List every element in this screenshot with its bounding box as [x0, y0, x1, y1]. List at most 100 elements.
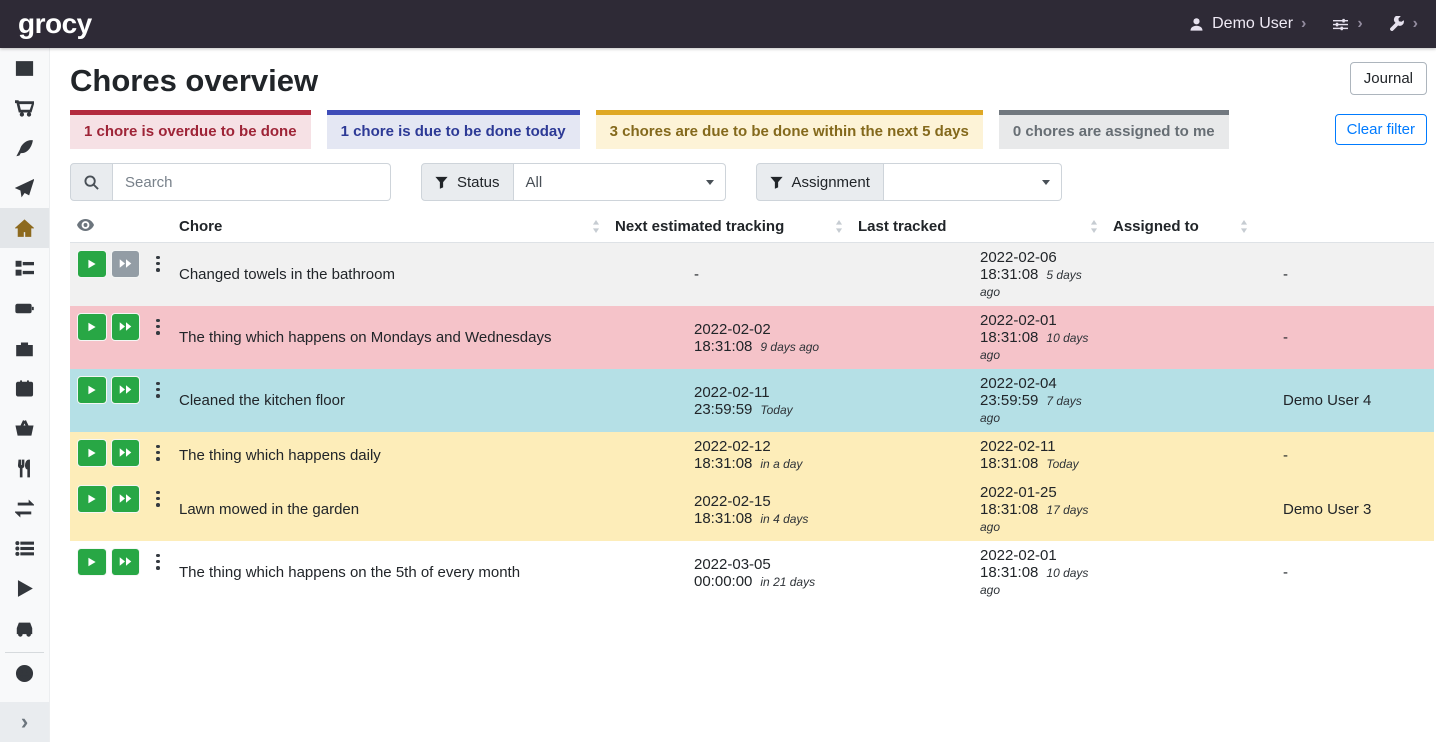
column-visibility-header[interactable] [70, 213, 172, 243]
table-header-row: Chore Next estimated tracking Last track… [70, 213, 1434, 243]
sidebar-item-feedback[interactable] [0, 653, 49, 693]
list-icon [15, 539, 34, 558]
banner-overdue[interactable]: 1 chore is overdue to be done [70, 110, 311, 149]
status-filter-group: Status All [421, 163, 726, 201]
chevron-right-icon: › [1301, 16, 1306, 32]
fast-forward-icon [119, 493, 132, 504]
fast-forward-icon [119, 447, 132, 458]
banner-due-today[interactable]: 1 chore is due to be done today [327, 110, 580, 149]
sidebar-item-batteries[interactable] [0, 288, 49, 328]
track-execution-button[interactable] [77, 485, 107, 513]
banner-due-soon[interactable]: 3 chores are due to be done within the n… [596, 110, 983, 149]
smiley-icon [15, 664, 34, 683]
expand-chevron-icon: › [21, 709, 28, 735]
sidebar-item-recipes[interactable] [0, 128, 49, 168]
sidebar-item-tasks[interactable] [0, 248, 49, 288]
assigned-to-value: Demo User 3 [1106, 478, 1434, 541]
assignment-select[interactable] [884, 163, 1062, 201]
skip-button[interactable] [111, 313, 141, 341]
sidebar-item-calendar[interactable] [0, 368, 49, 408]
sort-icon [835, 220, 843, 233]
status-banners: 1 chore is overdue to be done 1 chore is… [70, 110, 1427, 149]
table-grid-icon [15, 59, 34, 78]
sidebar-item-purchases[interactable] [0, 408, 49, 448]
table-row: The thing which happens on the 5th of ev… [70, 541, 1434, 604]
table-row: Changed towels in the bathroom - 2022-02… [70, 243, 1434, 307]
home-icon [15, 219, 34, 238]
journal-button[interactable]: Journal [1350, 62, 1427, 95]
skip-button[interactable] [111, 250, 141, 278]
row-menu-button[interactable] [152, 252, 164, 275]
sidebar-item-stock-entries[interactable] [0, 528, 49, 568]
sort-icon [1090, 220, 1098, 233]
next-tracking-relative: 9 days ago [760, 340, 819, 354]
row-menu-button[interactable] [152, 441, 164, 464]
chore-name: Cleaned the kitchen floor [172, 369, 608, 432]
user-icon [1189, 17, 1204, 32]
page-title: Chores overview [70, 62, 318, 99]
skip-button[interactable] [111, 548, 141, 576]
top-navbar: grocy Demo User › › › [0, 0, 1436, 48]
settings-menu[interactable]: › [1332, 16, 1362, 32]
sidebar-item-meal-plan[interactable] [0, 168, 49, 208]
page-header: Chores overview Journal [70, 62, 1427, 99]
search-input[interactable] [113, 163, 391, 201]
filter-funnel-icon [435, 176, 448, 189]
skip-button[interactable] [111, 485, 141, 513]
row-menu-button[interactable] [152, 487, 164, 510]
sidebar: › [0, 48, 50, 742]
sidebar-item-consume[interactable] [0, 448, 49, 488]
clear-filter-button[interactable]: Clear filter [1335, 114, 1427, 145]
shopping-basket-icon [15, 419, 34, 438]
track-execution-button[interactable] [77, 250, 107, 278]
chore-name: The thing which happens daily [172, 432, 608, 478]
sidebar-item-trips[interactable] [0, 608, 49, 648]
sidebar-item-stock[interactable] [0, 48, 49, 88]
track-execution-button[interactable] [77, 376, 107, 404]
select-caret-icon [1042, 180, 1050, 185]
track-execution-button[interactable] [77, 313, 107, 341]
admin-menu[interactable]: › [1389, 16, 1418, 32]
paper-plane-icon [15, 179, 34, 198]
header-last-tracked[interactable]: Last tracked [851, 213, 1106, 243]
status-select-value: All [526, 174, 543, 191]
car-icon [15, 619, 34, 638]
next-tracking-relative: in 21 days [760, 575, 815, 589]
sidebar-expand-toggle[interactable]: › [0, 702, 49, 742]
sidebar-item-transfers[interactable] [0, 488, 49, 528]
eye-icon [77, 219, 94, 231]
play-icon [15, 579, 34, 598]
track-execution-button[interactable] [77, 548, 107, 576]
main-content: Chores overview Journal 1 chore is overd… [50, 48, 1436, 742]
next-tracking-value: - [694, 266, 699, 283]
table-row: The thing which happens daily 2022-02-12… [70, 432, 1434, 478]
table-row: The thing which happens on Mondays and W… [70, 306, 1434, 369]
brand-logo[interactable]: grocy [18, 8, 92, 40]
next-tracking-relative: in a day [760, 457, 802, 471]
header-assigned-to[interactable]: Assigned to [1106, 213, 1434, 243]
row-menu-button[interactable] [152, 378, 164, 401]
track-execution-button[interactable] [77, 439, 107, 467]
sidebar-item-equipment[interactable] [0, 328, 49, 368]
status-select[interactable]: All [514, 163, 726, 201]
header-chore[interactable]: Chore [172, 213, 608, 243]
skip-button[interactable] [111, 439, 141, 467]
next-tracking-relative: Today [760, 403, 792, 417]
row-menu-button[interactable] [152, 550, 164, 573]
sidebar-item-quick-actions[interactable] [0, 568, 49, 608]
select-caret-icon [706, 180, 714, 185]
sidebar-item-chores-overview[interactable] [0, 208, 49, 248]
row-menu-button[interactable] [152, 315, 164, 338]
header-next-estimated-tracking[interactable]: Next estimated tracking [608, 213, 851, 243]
feather-icon [15, 139, 34, 158]
briefcase-icon [15, 339, 34, 358]
fast-forward-icon [119, 321, 132, 332]
banner-assigned-to-me[interactable]: 0 chores are assigned to me [999, 110, 1229, 149]
assigned-to-value: Demo User 4 [1106, 369, 1434, 432]
chore-name: The thing which happens on the 5th of ev… [172, 541, 608, 604]
user-menu[interactable]: Demo User › [1189, 15, 1306, 33]
sort-icon [1240, 220, 1248, 233]
app-window: grocy Demo User › › › [0, 0, 1436, 742]
sidebar-item-shopping-list[interactable] [0, 88, 49, 128]
skip-button[interactable] [111, 376, 141, 404]
